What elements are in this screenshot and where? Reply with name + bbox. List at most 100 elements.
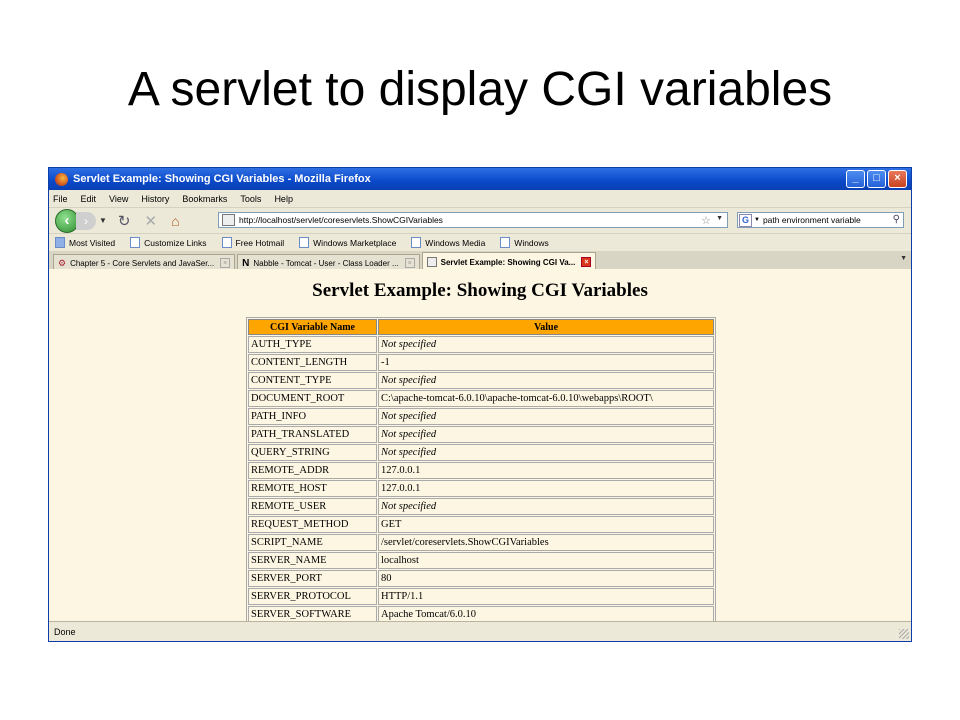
table-row: REMOTE_USER Not specified xyxy=(248,498,714,515)
cgi-variable-value: Not specified xyxy=(378,444,714,461)
address-input[interactable]: http://localhost/servlet/coreservlets.Sh… xyxy=(239,215,443,225)
address-bar[interactable]: http://localhost/servlet/coreservlets.Sh… xyxy=(218,212,728,228)
bookmark-label: Most Visited xyxy=(69,237,116,248)
search-bar[interactable]: G ▼ path environment variable ⚲ xyxy=(737,212,904,228)
bookmark-free-hotmail[interactable]: Free Hotmail xyxy=(221,237,284,248)
cgi-variable-name: REMOTE_USER xyxy=(248,498,377,515)
browser-window: Servlet Example: Showing CGI Variables -… xyxy=(48,167,912,642)
menu-edit[interactable]: Edit xyxy=(81,194,97,204)
cgi-variable-name: PATH_TRANSLATED xyxy=(248,426,377,443)
reload-icon[interactable]: ↻ xyxy=(118,212,131,230)
cgi-variable-name: REQUEST_METHOD xyxy=(248,516,377,533)
menu-history[interactable]: History xyxy=(141,194,169,204)
maximize-button[interactable]: □ xyxy=(867,170,886,188)
bookmark-label: Windows Media xyxy=(425,237,486,248)
cgi-variable-value: C:\apache-tomcat-6.0.10\apache-tomcat-6.… xyxy=(378,390,714,407)
cgi-variable-name: PATH_INFO xyxy=(248,408,377,425)
page-heading: Servlet Example: Showing CGI Variables xyxy=(312,280,648,301)
page-content: Servlet Example: Showing CGI Variables C… xyxy=(49,269,911,625)
status-bar: Done xyxy=(49,621,911,641)
cgi-variable-value: 127.0.0.1 xyxy=(378,462,714,479)
cgi-variables-table: CGI Variable Name Value AUTH_TYPE Not spe… xyxy=(246,317,716,625)
page-favicon-icon xyxy=(426,257,437,267)
core-servlets-icon: ⚙ xyxy=(58,258,67,268)
table-row: SERVER_PORT 80 xyxy=(248,570,714,587)
slide-title: A servlet to display CGI variables xyxy=(127,63,833,116)
cgi-variable-name: SERVER_PROTOCOL xyxy=(248,588,377,605)
table-row: SERVER_PROTOCOL HTTP/1.1 xyxy=(248,588,714,605)
table-row: CONTENT_TYPE Not specified xyxy=(248,372,714,389)
bookmark-windows[interactable]: Windows xyxy=(500,237,549,248)
bookmark-label: Customize Links xyxy=(144,237,207,248)
page-icon xyxy=(500,237,511,248)
tab-close-icon[interactable]: × xyxy=(404,258,415,268)
tab-close-icon[interactable]: × xyxy=(220,258,231,268)
history-dropdown-icon[interactable]: ▼ xyxy=(99,216,107,225)
search-engine-icon[interactable]: G xyxy=(739,213,752,227)
window-title: Servlet Example: Showing CGI Variables -… xyxy=(73,173,371,185)
tab-label: Servlet Example: Showing CGI Va... xyxy=(440,257,576,267)
home-icon[interactable]: ⌂ xyxy=(171,213,179,229)
table-row: DOCUMENT_ROOT C:\apache-tomcat-6.0.10\apa… xyxy=(248,390,714,407)
cgi-variable-value: GET xyxy=(378,516,714,533)
menu-bar: File Edit View History Bookmarks Tools H… xyxy=(49,190,911,208)
bookmark-windows-media[interactable]: Windows Media xyxy=(411,237,485,248)
cgi-variable-value: 80 xyxy=(378,570,714,587)
bookmark-star-icon[interactable]: ☆ xyxy=(701,214,711,227)
firefox-icon xyxy=(55,172,68,186)
tab-label: Chapter 5 - Core Servlets and JavaSer... xyxy=(70,258,215,268)
menu-help[interactable]: Help xyxy=(274,194,293,204)
table-body: AUTH_TYPE Not specified CONTENT_LENGTH -1 CO… xyxy=(248,336,714,623)
cgi-variable-value: HTTP/1.1 xyxy=(378,588,714,605)
menu-file[interactable]: File xyxy=(53,194,68,204)
bookmark-windows-marketplace[interactable]: Windows Marketplace xyxy=(299,237,396,248)
table-row: QUERY_STRING Not specified xyxy=(248,444,714,461)
tab-list-dropdown-icon[interactable]: ▼ xyxy=(900,255,907,262)
column-header-value: Value xyxy=(378,319,714,335)
table-row: PATH_INFO Not specified xyxy=(248,408,714,425)
table-row: REQUEST_METHOD GET xyxy=(248,516,714,533)
page-icon xyxy=(221,237,232,248)
menu-bookmarks[interactable]: Bookmarks xyxy=(182,194,227,204)
table-header-row: CGI Variable Name Value xyxy=(248,319,714,335)
table-row: SERVER_NAME localhost xyxy=(248,552,714,569)
bookmark-label: Windows Marketplace xyxy=(313,237,397,248)
cgi-variable-value: Not specified xyxy=(378,372,714,389)
table-row: AUTH_TYPE Not specified xyxy=(248,336,714,353)
minimize-button[interactable]: _ xyxy=(846,170,865,188)
table-row: REMOTE_ADDR 127.0.0.1 xyxy=(248,462,714,479)
cgi-variable-value: localhost xyxy=(378,552,714,569)
cgi-variable-name: REMOTE_ADDR xyxy=(248,462,377,479)
bookmarks-toolbar: Most Visited Customize Links Free Hotmai… xyxy=(49,233,911,251)
bookmark-most-visited[interactable]: Most Visited xyxy=(55,237,115,248)
status-text: Done xyxy=(54,626,76,637)
search-input[interactable]: path environment variable xyxy=(763,215,861,225)
forward-arrow-icon[interactable]: › xyxy=(76,211,96,230)
page-icon xyxy=(411,237,422,248)
tab-close-icon[interactable]: × xyxy=(581,257,592,267)
close-button[interactable]: × xyxy=(888,170,907,188)
cgi-variable-name: CONTENT_LENGTH xyxy=(248,354,377,371)
cgi-variable-name: REMOTE_HOST xyxy=(248,480,377,497)
menu-view[interactable]: View xyxy=(109,194,128,204)
navigation-toolbar: ‹ › ▼ ↻ ✕ ⌂ http://localhost/servlet/cor… xyxy=(49,208,911,233)
bookmark-customize-links[interactable]: Customize Links xyxy=(130,237,207,248)
search-engine-dropdown-icon[interactable]: ▼ xyxy=(754,217,760,223)
window-titlebar[interactable]: Servlet Example: Showing CGI Variables -… xyxy=(49,168,911,190)
search-icon[interactable]: ⚲ xyxy=(893,214,900,225)
menu-tools[interactable]: Tools xyxy=(240,194,261,204)
tab-label: Nabble - Tomcat - User - Class Loader ..… xyxy=(253,258,399,268)
bookmark-label: Windows xyxy=(514,237,549,248)
cgi-variable-name: CONTENT_TYPE xyxy=(248,372,377,389)
cgi-variable-value: /servlet/coreservlets.ShowCGIVariables xyxy=(378,534,714,551)
most-visited-icon xyxy=(55,237,65,248)
table-row: PATH_TRANSLATED Not specified xyxy=(248,426,714,443)
url-dropdown-icon[interactable]: ▼ xyxy=(716,215,723,222)
cgi-variable-value: Not specified xyxy=(378,426,714,443)
resize-grip-icon[interactable] xyxy=(899,629,909,639)
cgi-variable-value: -1 xyxy=(378,354,714,371)
table-row: CONTENT_LENGTH -1 xyxy=(248,354,714,371)
stop-icon[interactable]: ✕ xyxy=(145,212,158,230)
cgi-variable-name: SERVER_PORT xyxy=(248,570,377,587)
cgi-variable-name: AUTH_TYPE xyxy=(248,336,377,353)
